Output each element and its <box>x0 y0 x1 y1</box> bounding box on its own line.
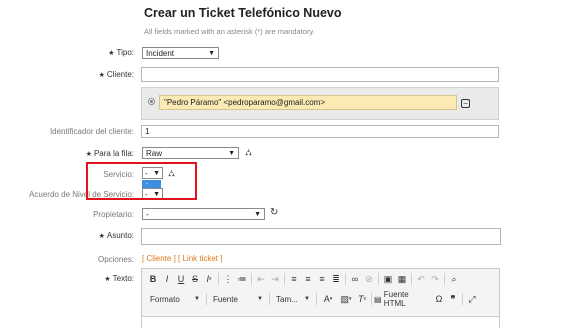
chevron-down-icon: ▼ <box>304 296 310 302</box>
indent-icon[interactable]: ⇥ <box>268 272 282 286</box>
highlight-box <box>86 162 197 200</box>
chevron-down-icon: ▼ <box>194 296 200 302</box>
chevron-down-icon: ▼ <box>254 210 261 218</box>
texto-label: ★ Texto: <box>104 274 134 283</box>
formato-label: Formato <box>150 294 180 304</box>
identificador-input[interactable]: 1 <box>141 125 499 138</box>
search-icon[interactable]: ⌕ <box>447 272 461 286</box>
image-icon[interactable]: ▣ <box>381 272 395 286</box>
align-left-icon[interactable]: ≡ <box>287 272 301 286</box>
tipo-select[interactable]: Incident ▼ <box>142 47 219 59</box>
source-icon: ▤ <box>374 294 382 304</box>
bg-color-icon[interactable]: ▧ ▾ <box>337 292 355 306</box>
editor-toolbar-row2: Formato ▼ Fuente ▼ Tam... ▼ A ▾ ▧ ▾ Tx ▤ Fuen… <box>146 290 479 308</box>
source-html-label: Fuente HTML <box>383 290 409 308</box>
clear-format-icon[interactable]: Tx <box>355 292 369 306</box>
text-color-icon[interactable]: A ▾ <box>319 292 337 306</box>
quote-icon[interactable]: ❞ <box>446 292 460 306</box>
undo-icon[interactable]: ↶ <box>414 272 428 286</box>
link-icon[interactable]: ∞ <box>348 272 362 286</box>
propietario-value: - <box>146 209 149 219</box>
asunto-label: ★ Asunto: <box>98 231 134 240</box>
tamano-combo[interactable]: Tam... ▼ <box>272 293 314 306</box>
redo-icon[interactable]: ↷ <box>428 272 442 286</box>
refresh-icon[interactable]: ↻ <box>270 207 278 218</box>
align-justify-icon[interactable]: ≣ <box>329 272 343 286</box>
tree-icon[interactable]: ⛼ <box>245 147 252 159</box>
identificador-label: Identificador del cliente: <box>49 127 134 136</box>
chevron-down-icon: ▼ <box>208 49 215 57</box>
fila-value: Raw <box>146 148 163 158</box>
chevron-down-icon: ▼ <box>257 296 263 302</box>
cliente-label: ★ Cliente: <box>98 70 134 79</box>
opciones-links[interactable]: [ Cliente ] [ Link ticket ] <box>142 254 222 263</box>
formato-combo[interactable]: Formato ▼ <box>146 293 204 306</box>
numbered-list-icon[interactable]: ⋮ <box>221 272 235 286</box>
remove-format-icon[interactable]: Ix <box>202 272 216 286</box>
maximize-icon[interactable]: ⤢ <box>465 292 479 306</box>
opciones-label: Opciones: <box>97 255 134 264</box>
asunto-input[interactable] <box>141 228 501 245</box>
page-title: Crear un Ticket Telefónico Nuevo <box>144 6 342 20</box>
customer-chip: "Pedro Páramo" <pedroparamo@gmail.com> <box>159 95 457 110</box>
align-right-icon[interactable]: ≡ <box>315 272 329 286</box>
chevron-down-icon: ▼ <box>228 149 235 157</box>
mandatory-note: All fields marked with an asterisk (*) a… <box>144 27 315 36</box>
cliente-input[interactable] <box>141 67 499 82</box>
table-icon[interactable]: ▦ <box>395 272 409 286</box>
propietario-select[interactable]: - ▼ <box>142 208 265 220</box>
tamano-label: Tam... <box>276 294 298 304</box>
tipo-value: Incident <box>146 48 175 58</box>
propietario-label: Propietario: <box>93 210 134 219</box>
fila-select[interactable]: Raw ▼ <box>142 147 239 159</box>
align-center-icon[interactable]: ≡ <box>301 272 315 286</box>
omega-icon[interactable]: Ω <box>432 292 446 306</box>
bold-button[interactable]: B <box>146 272 160 286</box>
unlink-icon[interactable]: ⊘ <box>362 272 376 286</box>
source-html-button[interactable]: ▤ Fuente HTML <box>374 290 432 308</box>
remove-icon[interactable]: − <box>461 99 470 108</box>
editor-content-area[interactable] <box>142 316 499 329</box>
outdent-icon[interactable]: ⇤ <box>254 272 268 286</box>
italic-button[interactable]: I <box>160 272 174 286</box>
strike-button[interactable]: S <box>188 272 202 286</box>
underline-button[interactable]: U <box>174 272 188 286</box>
bullet-list-icon[interactable]: ≔ <box>235 272 249 286</box>
tipo-label: ★ Tipo: <box>108 48 134 57</box>
customer-radio[interactable] <box>148 98 155 105</box>
fila-label: ★ Para la fila: <box>85 149 134 158</box>
editor-toolbar-row1: B I U S Ix ⋮ ≔ ⇤ ⇥ ≡ ≡ ≡ ≣ ∞ ⊘ ▣ ▦ ↶ ↷ ⌕ <box>146 272 461 286</box>
fuente-label: Fuente <box>213 294 238 304</box>
fuente-combo[interactable]: Fuente ▼ <box>209 293 267 306</box>
